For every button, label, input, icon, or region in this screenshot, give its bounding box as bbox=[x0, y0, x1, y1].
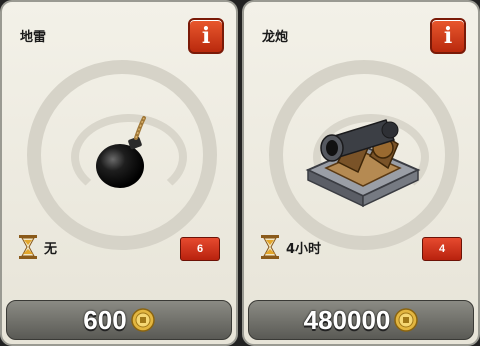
count-badge: 6 bbox=[180, 237, 220, 261]
cannon-icon bbox=[305, 119, 421, 208]
build-time-row: 4小时 bbox=[260, 234, 321, 260]
gold-coin-icon bbox=[130, 308, 155, 332]
build-time-row: 无 bbox=[18, 234, 57, 260]
hourglass-icon bbox=[261, 235, 279, 259]
item-title: 龙炮 bbox=[262, 30, 289, 45]
info-button[interactable]: i bbox=[430, 18, 466, 54]
price-value: 600 bbox=[83, 304, 127, 335]
hourglass-icon bbox=[19, 235, 37, 259]
count-badge: 4 bbox=[422, 237, 462, 261]
info-button[interactable]: i bbox=[188, 18, 224, 54]
bomb-icon bbox=[96, 116, 146, 188]
build-time-text: 4小时 bbox=[286, 241, 322, 257]
item-card-landmine[interactable]: 地雷 i 无 6 600 bbox=[0, 0, 238, 346]
item-card-dragon-cannon[interactable]: 龙炮 i 4小时 4 480000 bbox=[242, 0, 480, 346]
price-value: 480000 bbox=[303, 304, 391, 335]
gold-coin-icon bbox=[394, 308, 419, 332]
price-bar[interactable]: 600 bbox=[6, 300, 232, 340]
build-time-text: 无 bbox=[44, 241, 58, 257]
item-title: 地雷 bbox=[20, 30, 47, 45]
price-bar[interactable]: 480000 bbox=[248, 300, 474, 340]
